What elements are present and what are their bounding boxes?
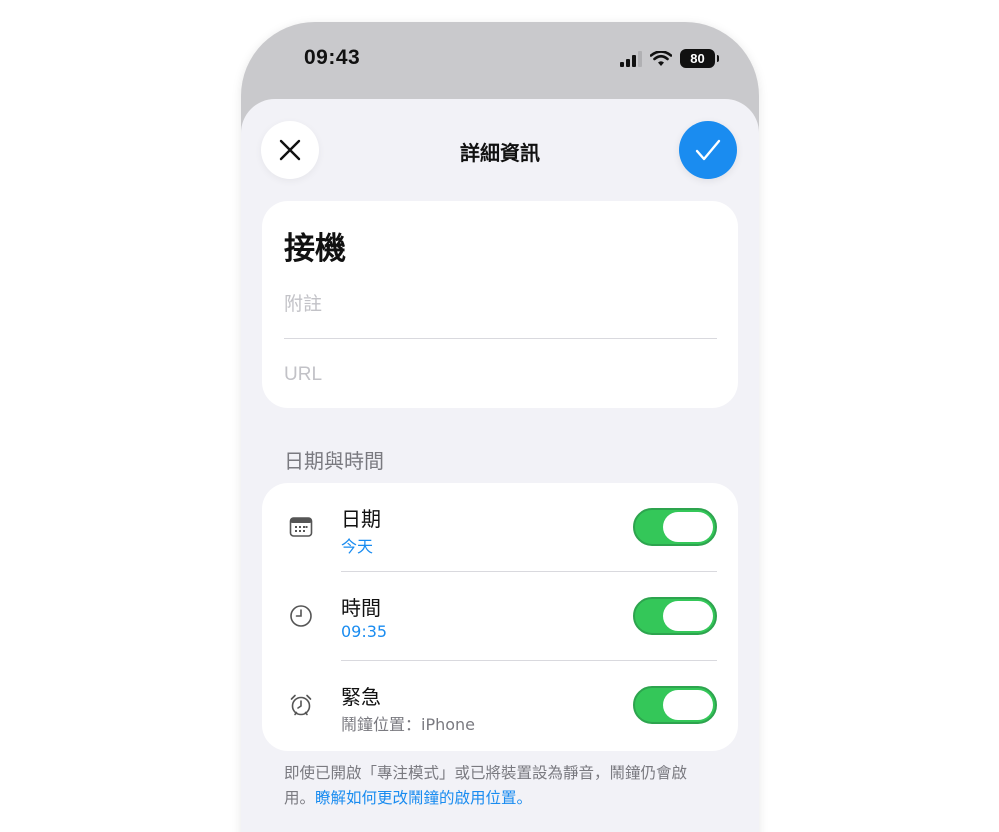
status-icons: 80 xyxy=(620,49,719,68)
clock-icon xyxy=(290,605,312,627)
time-label: 時間 xyxy=(341,596,381,620)
urgent-toggle[interactable] xyxy=(633,686,717,724)
checkmark-icon xyxy=(695,139,721,161)
date-row[interactable]: 日期 今天 xyxy=(262,483,738,572)
date-toggle[interactable] xyxy=(633,508,717,546)
divider xyxy=(284,338,717,339)
section-header-date-time: 日期與時間 xyxy=(284,449,384,473)
status-time: 09:43 xyxy=(304,46,361,69)
date-time-card: 日期 今天 時間 09:35 緊急 鬧鐘位置：iPhone xyxy=(262,483,738,751)
wifi-icon xyxy=(650,50,672,66)
date-label: 日期 xyxy=(341,507,381,531)
url-field[interactable]: URL xyxy=(284,364,322,386)
phone-frame: 09:43 80 詳細資訊 接機 附註 URL 日期與時間 日期 今天 時間 0… xyxy=(241,22,759,832)
alarm-footnote: 即使已開啟「專注模式」或已將裝置設為靜音，鬧鐘仍會啟用。瞭解如何更改鬧鐘的啟用位… xyxy=(284,761,714,811)
notes-field[interactable]: 附註 xyxy=(284,289,322,316)
alarm-clock-icon xyxy=(290,694,312,716)
toggle-knob xyxy=(663,690,713,720)
time-value: 09:35 xyxy=(341,622,388,641)
status-bar: 09:43 80 xyxy=(241,22,759,98)
time-row[interactable]: 時間 09:35 xyxy=(262,572,738,661)
reminder-title-field[interactable]: 接機 xyxy=(284,223,346,268)
learn-more-link[interactable]: 瞭解如何更改鬧鐘的啟用位置。 xyxy=(315,789,532,807)
reminder-info-card: 接機 附註 URL xyxy=(262,201,738,408)
battery-level: 80 xyxy=(690,51,705,66)
nav-bar: 詳細資訊 xyxy=(241,99,759,199)
cellular-signal-icon xyxy=(620,50,642,67)
toggle-knob xyxy=(663,512,713,542)
urgent-alarm-location: 鬧鐘位置：iPhone xyxy=(341,715,476,734)
calendar-icon xyxy=(289,517,313,537)
battery-icon: 80 xyxy=(680,49,719,68)
time-toggle[interactable] xyxy=(633,597,717,635)
done-button[interactable] xyxy=(679,121,737,179)
toggle-knob xyxy=(663,601,713,631)
details-sheet: 詳細資訊 接機 附註 URL 日期與時間 日期 今天 時間 09:35 緊急 鬧… xyxy=(241,99,759,832)
urgent-row[interactable]: 緊急 鬧鐘位置：iPhone xyxy=(262,661,738,750)
date-value: 今天 xyxy=(341,537,374,556)
urgent-label: 緊急 xyxy=(341,685,381,709)
